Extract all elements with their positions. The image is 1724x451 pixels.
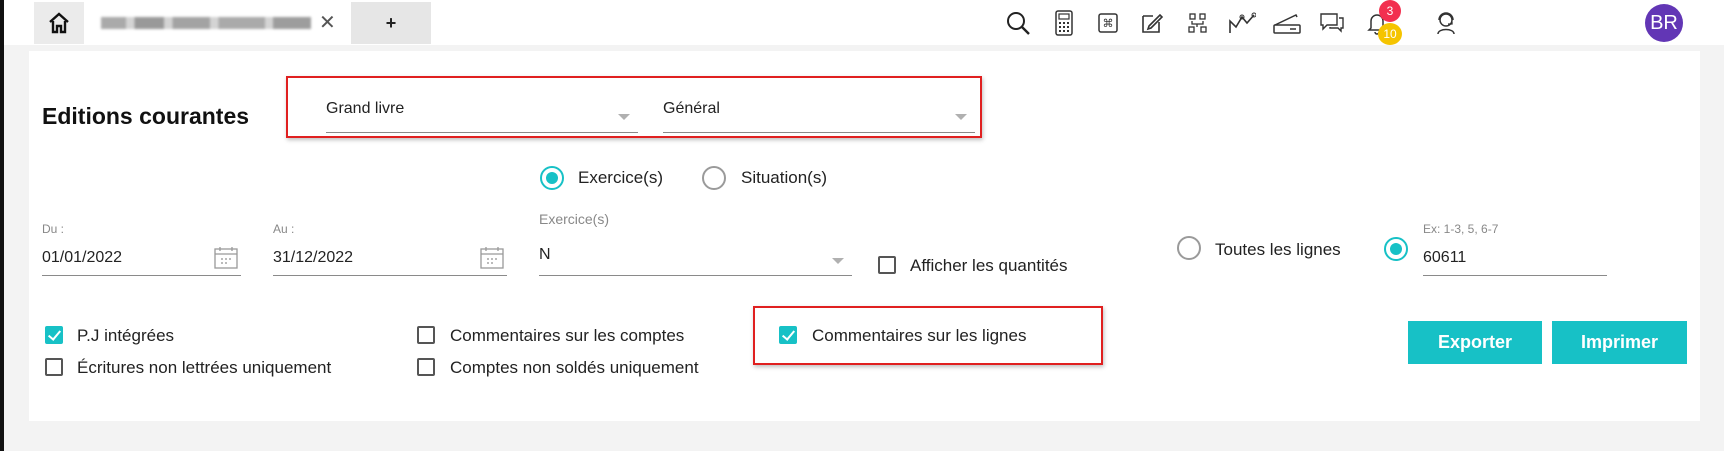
to-date-value: 31/12/2022: [273, 249, 354, 266]
line-comments-label: Commentaires sur les lignes: [812, 326, 1027, 345]
scanner-icon[interactable]: [1272, 8, 1302, 38]
home-icon: [49, 12, 69, 34]
top-bar: ✕ + ⌘ 3 10 BR: [4, 0, 1724, 45]
to-date-label: Au :: [273, 222, 295, 236]
window-edge: [0, 0, 4, 451]
support-icon[interactable]: [1431, 8, 1461, 38]
avatar-initials: BR: [1650, 11, 1678, 34]
line-range-radio[interactable]: [1384, 237, 1408, 261]
account-comments-label: Commentaires sur les comptes: [450, 326, 685, 345]
user-avatar[interactable]: BR: [1645, 4, 1683, 42]
notification-badge-red: 3: [1379, 0, 1401, 22]
exercise-select[interactable]: N: [539, 240, 852, 276]
trend-chart-icon[interactable]: [1227, 8, 1257, 38]
edit-icon[interactable]: [1137, 8, 1167, 38]
pj-checkbox[interactable]: [45, 326, 63, 344]
unbalanced-label: Comptes non soldés uniquement: [450, 358, 699, 377]
calendar-icon[interactable]: [479, 246, 505, 270]
chat-icon[interactable]: [1317, 8, 1347, 38]
report-subtype-select[interactable]: Général: [663, 96, 975, 133]
report-type-value: Grand livre: [326, 100, 405, 117]
tab-title-redacted: [101, 17, 311, 29]
notification-badge-yellow: 10: [1378, 23, 1402, 45]
situation-radio[interactable]: [702, 166, 726, 190]
all-lines-radio[interactable]: [1177, 236, 1201, 260]
add-tab-label: +: [385, 12, 397, 33]
search-icon[interactable]: [1003, 8, 1033, 38]
unbalanced-checkbox[interactable]: [417, 358, 435, 376]
chevron-down-icon: [955, 114, 967, 120]
unlettered-checkbox[interactable]: [45, 358, 63, 376]
line-range-value: 60611: [1423, 249, 1467, 266]
document-tab[interactable]: ✕: [91, 2, 347, 44]
show-quantities-checkbox[interactable]: [878, 256, 896, 274]
exercise-radio[interactable]: [540, 166, 564, 190]
account-comments-checkbox[interactable]: [417, 326, 435, 344]
svg-text:⌘: ⌘: [1103, 17, 1114, 30]
org-chart-icon[interactable]: [1183, 8, 1213, 38]
chevron-down-icon: [832, 257, 844, 264]
calendar-icon[interactable]: [213, 246, 239, 270]
calculator-icon[interactable]: [1049, 8, 1079, 38]
unlettered-label: Écritures non lettrées uniquement: [77, 358, 332, 377]
exercise-radio-label: Exercice(s): [578, 168, 664, 187]
command-icon[interactable]: ⌘: [1093, 8, 1123, 38]
show-quantities-label: Afficher les quantités: [910, 256, 1068, 275]
add-tab-button[interactable]: +: [351, 2, 431, 44]
report-type-select[interactable]: Grand livre: [326, 96, 638, 133]
to-date-field[interactable]: 31/12/2022: [273, 240, 507, 276]
from-date-label: Du :: [42, 222, 65, 236]
line-comments-checkbox[interactable]: [779, 326, 797, 344]
exercise-select-label: Exercice(s): [539, 211, 610, 227]
home-tab[interactable]: [34, 2, 84, 44]
report-subtype-value: Général: [663, 100, 720, 117]
line-range-input[interactable]: 60611: [1423, 240, 1607, 276]
from-date-field[interactable]: 01/01/2022: [42, 240, 241, 276]
pj-label: P.J intégrées: [77, 326, 175, 345]
export-button[interactable]: Exporter: [1408, 321, 1542, 364]
close-icon[interactable]: ✕: [319, 13, 336, 33]
chevron-down-icon: [618, 114, 630, 120]
print-button[interactable]: Imprimer: [1552, 321, 1687, 364]
all-lines-label: Toutes les lignes: [1215, 240, 1341, 259]
from-date-value: 01/01/2022: [42, 249, 123, 266]
line-range-hint: Ex: 1-3, 5, 6-7: [1423, 222, 1499, 236]
situation-radio-label: Situation(s): [741, 168, 827, 187]
exercise-select-value: N: [539, 246, 551, 263]
page-title: Editions courantes: [42, 103, 250, 129]
